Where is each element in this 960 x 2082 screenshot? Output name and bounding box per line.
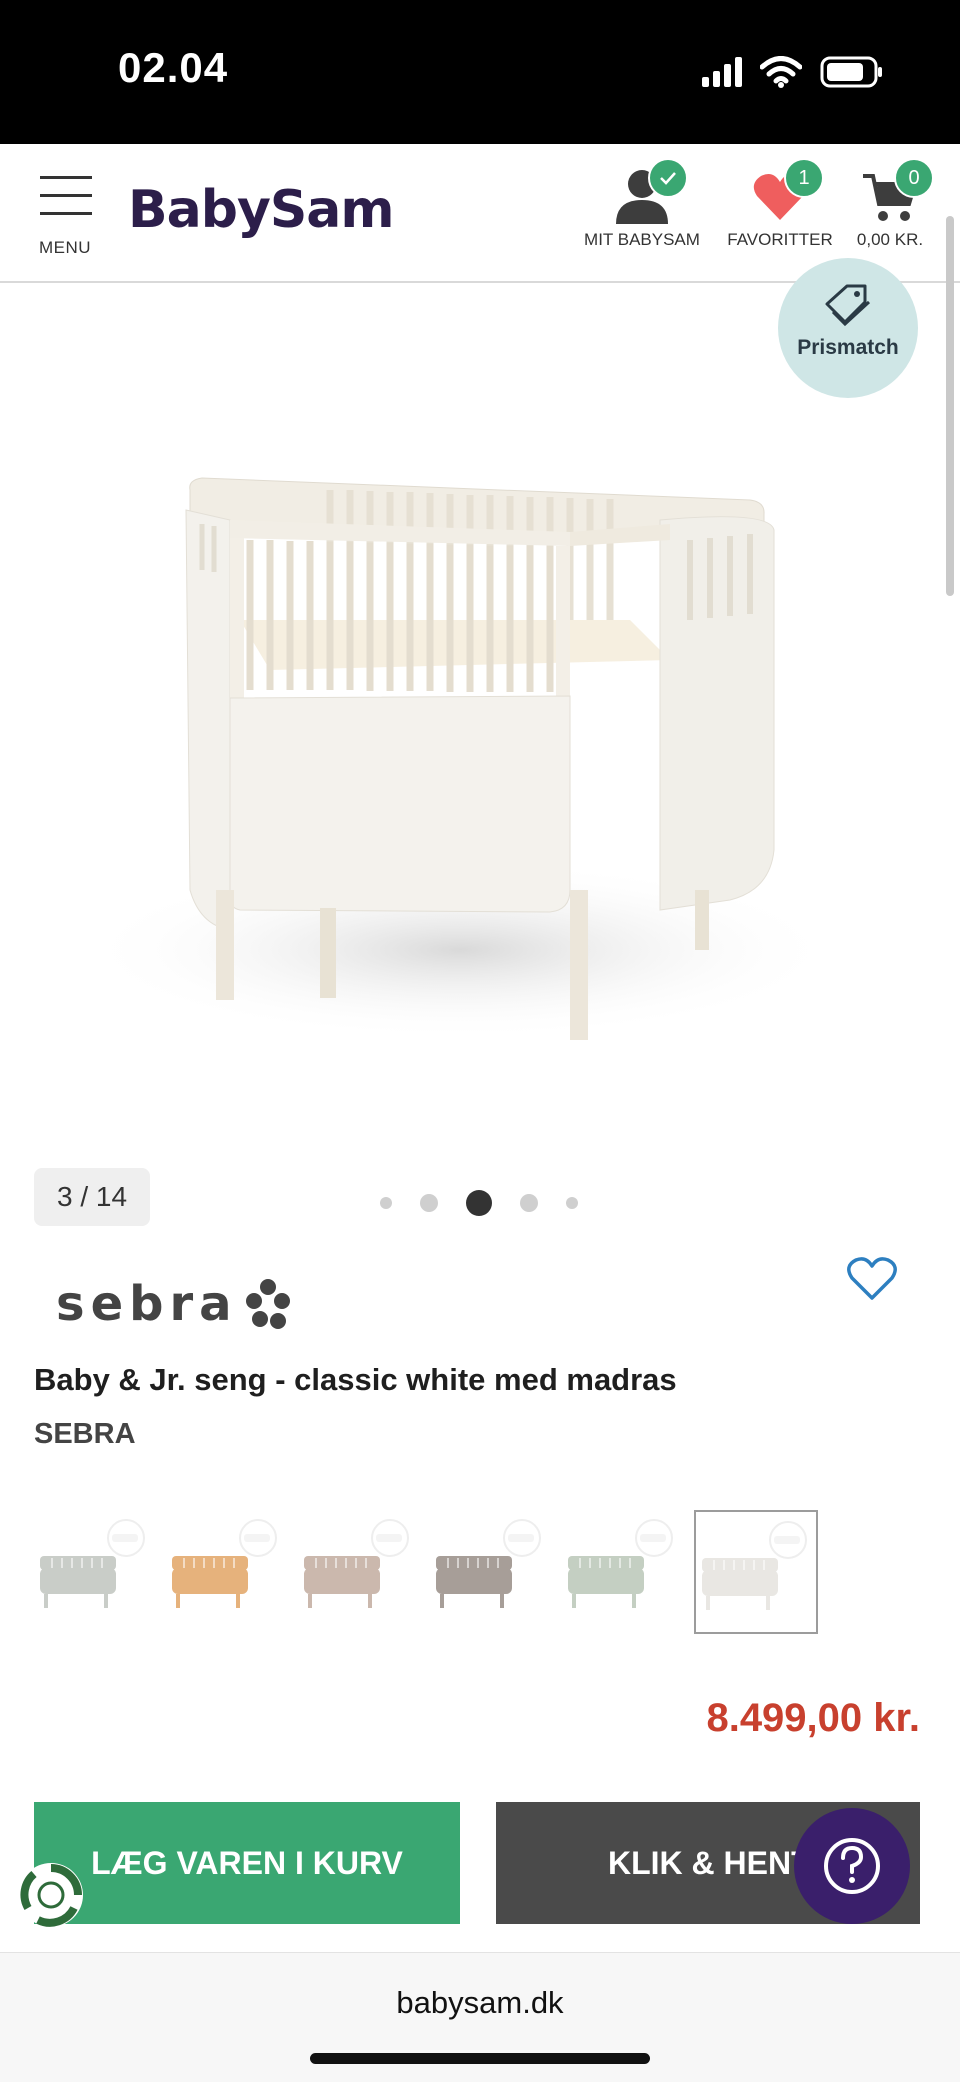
gallery-dot[interactable] [420,1194,438,1212]
menu-label: MENU [38,238,92,257]
gallery-pagination [380,1190,578,1216]
gallery-dot[interactable] [566,1197,578,1209]
check-icon [660,172,676,185]
variant-selector [34,1510,818,1634]
variant-swatch[interactable] [166,1510,290,1634]
variant-swatch[interactable] [562,1510,686,1634]
click-and-collect-label: KLIK & HENT [608,1845,811,1881]
babysam-logo[interactable]: BabySam [128,180,395,240]
variant-swatch[interactable] [298,1510,422,1634]
battery-icon [820,56,882,88]
product-image[interactable] [30,420,890,1060]
cart-total-label: 0,00 KR. [856,230,924,249]
page-scrollbar[interactable] [946,216,954,596]
add-to-favorites-button[interactable] [846,1256,898,1307]
wifi-icon [760,56,802,88]
variant-thumbnail [304,1519,409,1608]
image-counter: 3 / 14 [34,1168,150,1226]
site-header: MENU BabySam MIT BABYSAM 1 FAVORITTER 0 [0,144,960,283]
prismatch-label: Prismatch [797,336,899,359]
status-bar: 02.04 [0,0,960,144]
menu-button[interactable]: MENU [30,176,100,266]
product-title: Baby & Jr. seng - classic white med madr… [34,1362,677,1397]
prismatch-button[interactable]: Prismatch [778,258,918,398]
account-label: MIT BABYSAM [584,230,700,249]
question-icon [824,1838,880,1894]
browser-url-bar[interactable]: babysam.dk [0,1952,960,2082]
home-indicator [310,2053,650,2064]
gallery-dot[interactable] [520,1194,538,1212]
url-text[interactable]: babysam.dk [0,1985,960,2021]
variant-swatch[interactable] [34,1510,158,1634]
variant-thumbnail [436,1519,541,1608]
variant-thumbnail [40,1519,145,1608]
gallery-dot-active[interactable] [466,1190,492,1216]
recycle-icon [19,1863,83,1927]
brand-logo[interactable]: sebra [56,1272,294,1336]
variant-swatch[interactable] [430,1510,554,1634]
status-icons [702,52,884,92]
hamburger-icon [40,176,92,215]
signal-icon [702,57,742,87]
heart-outline-icon [847,1257,897,1300]
status-time: 02.04 [118,44,229,91]
gallery-dot[interactable] [380,1197,392,1209]
variant-thumbnail [172,1519,277,1608]
help-button[interactable] [794,1808,910,1924]
favorites-count-badge: 1 [784,158,824,198]
eco-badge-icon[interactable] [16,1860,86,1930]
price-tag-icon [825,284,871,327]
brand-logo-text: sebra [56,1276,238,1332]
cart-link[interactable]: 0 0,00 KR. [852,158,934,250]
favorites-label: FAVORITTER [727,230,833,249]
favorites-link[interactable]: 1 FAVORITTER [724,158,836,250]
variant-swatch[interactable] [694,1510,818,1634]
add-to-cart-button[interactable]: LÆG VAREN I KURV [34,1802,460,1924]
variant-thumbnail [702,1521,807,1610]
brand-mark-icon [245,1279,290,1329]
variant-thumbnail [568,1519,673,1608]
account-check-badge [648,158,688,198]
cart-count-badge: 0 [894,158,934,198]
product-brand[interactable]: SEBRA [34,1418,136,1451]
account-link[interactable]: MIT BABYSAM [580,158,704,250]
product-price: 8.499,00 kr. [706,1696,920,1740]
